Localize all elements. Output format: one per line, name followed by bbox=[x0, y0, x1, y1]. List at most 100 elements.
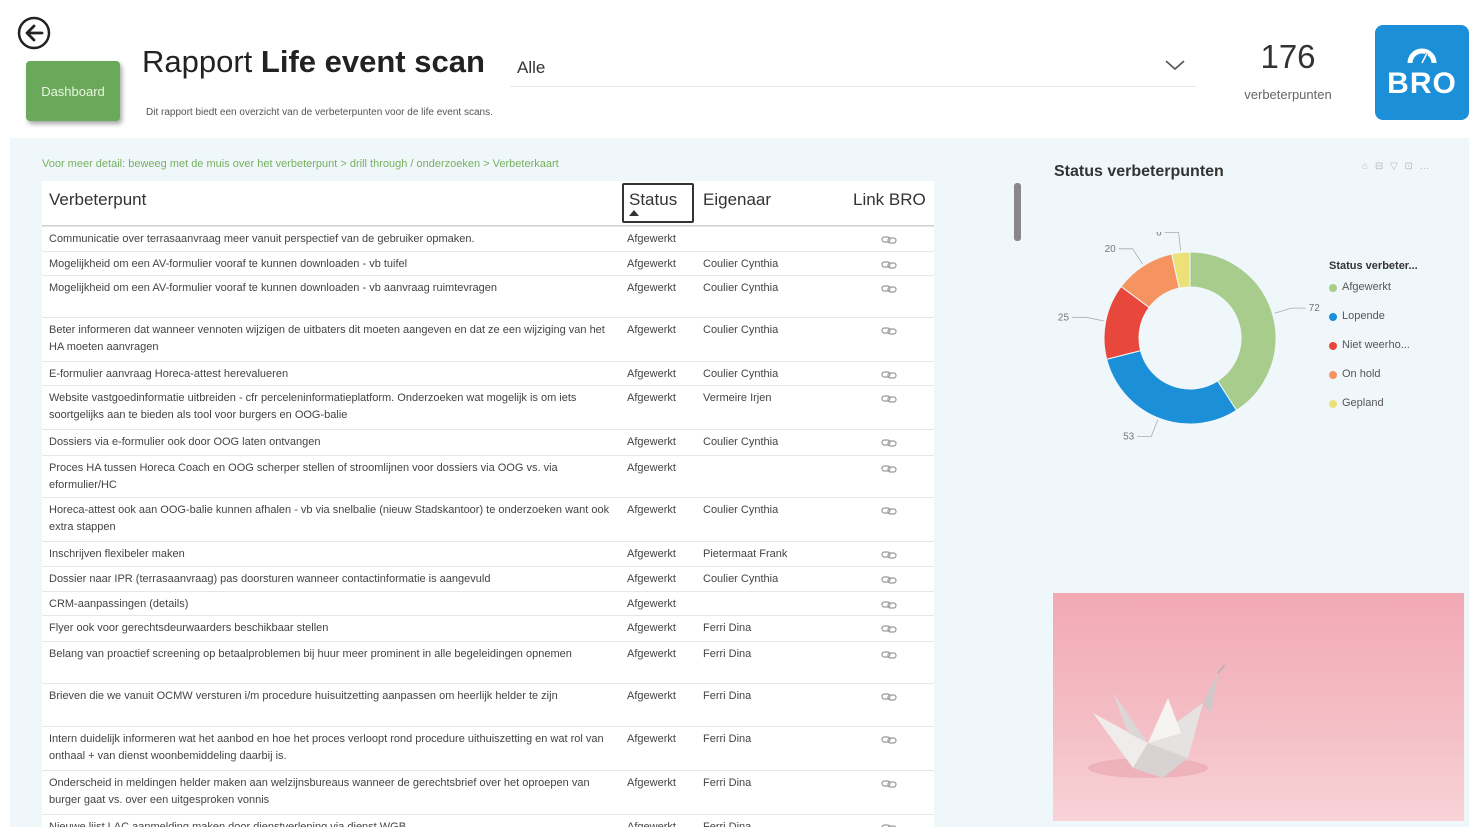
table-row[interactable]: Onderscheid in meldingen helder maken aa… bbox=[42, 770, 934, 814]
chevron-down-icon bbox=[1165, 60, 1185, 71]
table-row[interactable]: Intern duidelijk informeren wat het aanb… bbox=[42, 726, 934, 770]
link-icon[interactable] bbox=[881, 732, 897, 750]
origami-photo bbox=[1053, 593, 1464, 821]
link-icon[interactable] bbox=[881, 597, 897, 615]
table-row[interactable]: Website vastgoedinformatie uitbreiden - … bbox=[42, 385, 934, 429]
donut-slice-afgewerkt[interactable] bbox=[1189, 251, 1277, 412]
status-cell: Afgewerkt bbox=[627, 733, 676, 745]
eigenaar-cell: Coulier Cynthia bbox=[703, 436, 779, 448]
table-row[interactable]: Beter informeren dat wanneer vennoten wi… bbox=[42, 317, 934, 361]
legend-item[interactable]: Gepland bbox=[1329, 397, 1418, 426]
status-cell: Afgewerkt bbox=[627, 648, 676, 660]
column-header-status-label: Status bbox=[629, 190, 678, 209]
data-label: 20 bbox=[1105, 244, 1117, 255]
table-row[interactable]: Nieuwe lijst LAC aanmelding maken door d… bbox=[42, 814, 934, 827]
link-icon[interactable] bbox=[881, 435, 897, 453]
eigenaar-cell: Coulier Cynthia bbox=[703, 504, 779, 516]
verbeterpunt-cell: Onderscheid in meldingen helder maken aa… bbox=[49, 777, 590, 806]
chart-toolbar[interactable]: ⌂ ⊟ ▽ ⊡ … bbox=[1362, 161, 1432, 172]
donut-slice-lopende[interactable] bbox=[1106, 350, 1238, 425]
table-row[interactable]: Proces HA tussen Horeca Coach en OOG sch… bbox=[42, 455, 934, 497]
link-icon[interactable] bbox=[881, 281, 897, 299]
status-cell: Afgewerkt bbox=[627, 622, 676, 634]
legend-item[interactable]: Afgewerkt bbox=[1329, 281, 1418, 310]
link-icon[interactable] bbox=[881, 776, 897, 794]
status-donut-chart[interactable]: 72 53 25 20 6 bbox=[1044, 232, 1344, 442]
improvements-table: Verbeterpunt Status Eigenaar Link BRO Co… bbox=[42, 181, 934, 827]
back-button[interactable] bbox=[17, 16, 51, 50]
link-icon[interactable] bbox=[881, 257, 897, 275]
link-icon[interactable] bbox=[881, 391, 897, 409]
logo-text: BRO bbox=[1387, 67, 1457, 100]
status-cell: Afgewerkt bbox=[627, 436, 676, 448]
status-cell: Afgewerkt bbox=[627, 690, 676, 702]
status-cell: Afgewerkt bbox=[627, 392, 676, 404]
legend-item[interactable]: Lopende bbox=[1329, 310, 1418, 339]
status-cell: Afgewerkt bbox=[627, 548, 676, 560]
link-icon[interactable] bbox=[881, 689, 897, 707]
table-row[interactable]: Inschrijven flexibeler maken Afgewerkt Pie… bbox=[42, 541, 934, 566]
data-label: 53 bbox=[1123, 432, 1135, 442]
table-row[interactable]: Belang van proactief screening op betaal… bbox=[42, 641, 934, 683]
verbeterpunt-cell: Proces HA tussen Horeca Coach en OOG sch… bbox=[49, 462, 558, 491]
improvement-count: 176 bbox=[1260, 38, 1316, 75]
verbeterpunt-cell: E-formulier aanvraag Horeca-attest herev… bbox=[49, 368, 289, 380]
gauge-icon bbox=[1407, 48, 1437, 64]
column-header-status[interactable]: Status bbox=[622, 183, 694, 223]
sort-ascending-icon bbox=[629, 210, 639, 216]
title-bold: Life event scan bbox=[260, 44, 485, 79]
table-row[interactable]: Mogelijkheid om een AV-formulier vooraf … bbox=[42, 275, 934, 317]
link-icon[interactable] bbox=[881, 572, 897, 590]
verbeterpunt-cell: Horeca-attest ook aan OOG-balie kunnen a… bbox=[49, 504, 610, 533]
column-header-link-bro[interactable]: Link BRO bbox=[853, 190, 926, 210]
column-header-verbeterpunt[interactable]: Verbeterpunt bbox=[49, 190, 146, 210]
table-row[interactable]: Horeca-attest ook aan OOG-balie kunnen a… bbox=[42, 497, 934, 541]
link-icon[interactable] bbox=[881, 367, 897, 385]
table-row[interactable]: E-formulier aanvraag Horeca-attest herev… bbox=[42, 361, 934, 385]
legend-title: Status verbeter... bbox=[1329, 260, 1418, 272]
link-icon[interactable] bbox=[881, 461, 897, 479]
link-icon[interactable] bbox=[881, 820, 897, 827]
eigenaar-cell: Coulier Cynthia bbox=[703, 282, 779, 294]
legend-marker bbox=[1329, 371, 1337, 379]
page-title: Rapport Life event scan bbox=[142, 44, 485, 80]
chart-title: Status verbeterpunten bbox=[1054, 163, 1224, 180]
link-icon[interactable] bbox=[881, 647, 897, 665]
table-row[interactable]: Dossiers via e-formulier ook door OOG la… bbox=[42, 429, 934, 455]
page-subtitle: Dit rapport biedt een overzicht van de v… bbox=[146, 107, 493, 118]
status-cell: Afgewerkt bbox=[627, 368, 676, 380]
improvement-count-label: verbeterpunten bbox=[1244, 87, 1332, 102]
data-label: 6 bbox=[1156, 232, 1162, 239]
table-scrollbar[interactable] bbox=[1014, 183, 1021, 241]
verbeterpunt-cell: Intern duidelijk informeren wat het aanb… bbox=[49, 733, 604, 762]
eigenaar-cell: Ferri Dina bbox=[703, 777, 752, 789]
legend-label: Gepland bbox=[1342, 397, 1384, 409]
link-icon[interactable] bbox=[881, 323, 897, 341]
table-row[interactable]: Dossier naar IPR (terrasaanvraag) pas do… bbox=[42, 566, 934, 591]
verbeterpunt-cell: Website vastgoedinformatie uitbreiden - … bbox=[49, 392, 577, 421]
link-icon[interactable] bbox=[881, 232, 897, 250]
status-cell: Afgewerkt bbox=[627, 324, 676, 336]
link-icon[interactable] bbox=[881, 621, 897, 639]
legend-item[interactable]: Niet weerho... bbox=[1329, 339, 1418, 368]
link-icon[interactable] bbox=[881, 547, 897, 565]
verbeterpunt-cell: Beter informeren dat wanneer vennoten wi… bbox=[49, 324, 605, 353]
table-row[interactable]: CRM-aanpassingen (details) Afgewerkt bbox=[42, 591, 934, 615]
table-row[interactable]: Flyer ook voor gerechtsdeurwaarders besc… bbox=[42, 615, 934, 641]
table-row[interactable]: Mogelijkheid om een AV-formulier vooraf … bbox=[42, 251, 934, 275]
chart-legend: Status verbeter... Afgewerkt Lopende Niet … bbox=[1329, 260, 1418, 426]
data-label-leader bbox=[1137, 419, 1159, 438]
title-prefix: Rapport bbox=[142, 44, 261, 79]
life-event-filter-dropdown[interactable]: Alle bbox=[510, 46, 1196, 87]
table-row[interactable]: Communicatie over terrasaanvraag meer va… bbox=[42, 226, 934, 251]
legend-marker bbox=[1329, 313, 1337, 321]
verbeterpunt-cell: CRM-aanpassingen (details) bbox=[49, 598, 189, 610]
legend-item[interactable]: On hold bbox=[1329, 368, 1418, 397]
column-header-eigenaar[interactable]: Eigenaar bbox=[703, 190, 771, 210]
dashboard-button[interactable]: Dashboard bbox=[26, 61, 120, 121]
verbeterpunt-cell: Dossiers via e-formulier ook door OOG la… bbox=[49, 436, 321, 448]
verbeterpunt-cell: Dossier naar IPR (terrasaanvraag) pas do… bbox=[49, 573, 491, 585]
link-icon[interactable] bbox=[881, 503, 897, 521]
back-arrow-icon bbox=[17, 16, 51, 50]
table-row[interactable]: Brieven die we vanuit OCMW versturen i/m… bbox=[42, 683, 934, 726]
